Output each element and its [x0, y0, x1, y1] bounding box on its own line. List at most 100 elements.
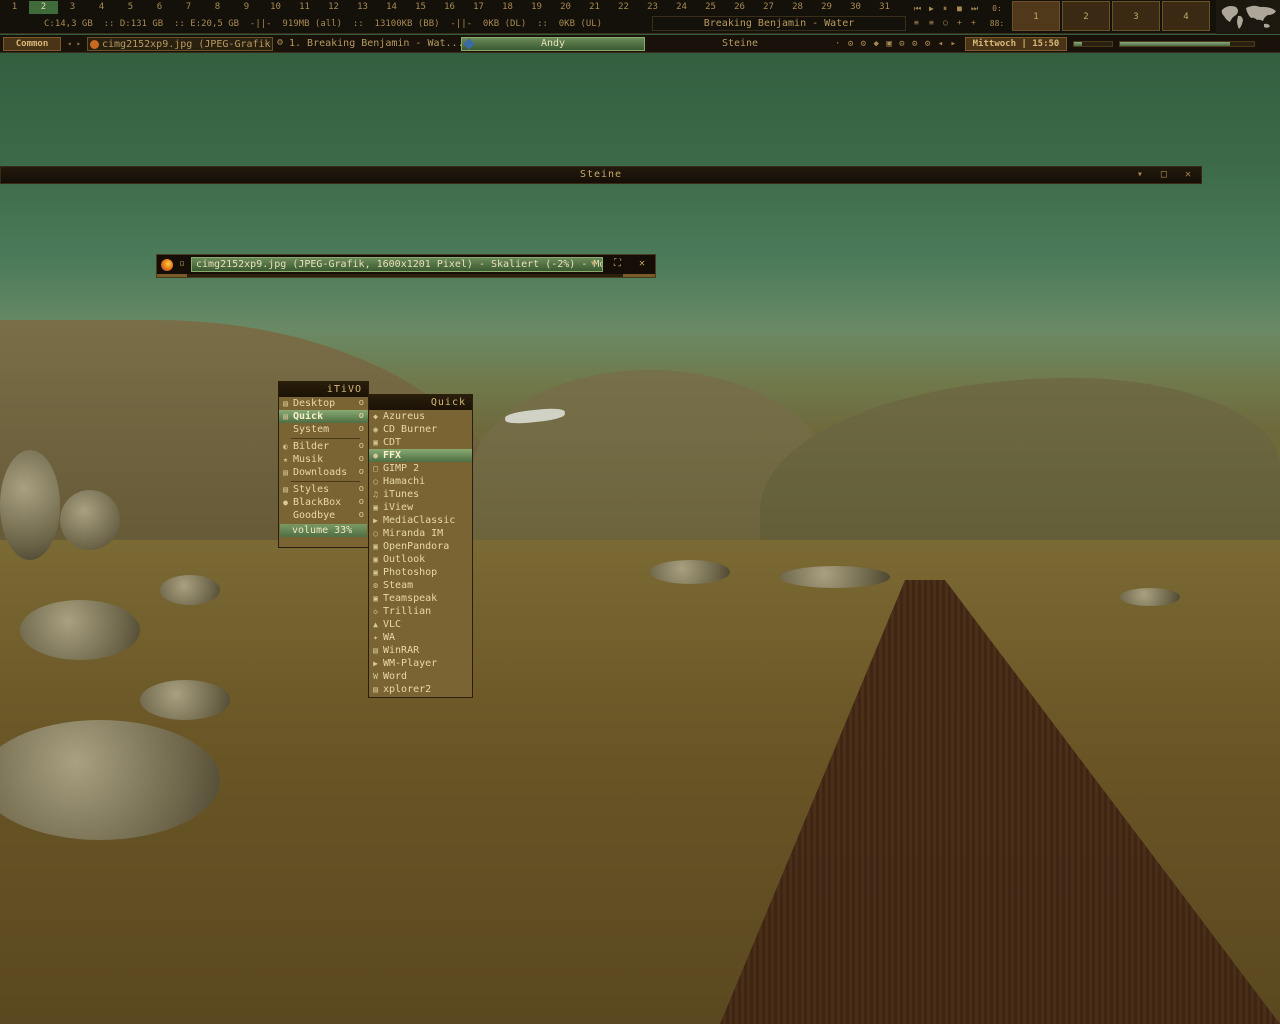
workspace-25[interactable]: 25	[696, 1, 725, 14]
workspace-17[interactable]: 17	[464, 1, 493, 14]
window-resize-grip[interactable]	[157, 274, 655, 277]
firefox-window-title[interactable]: cimg2152xp9.jpg (JPEG-Grafik, 1600x1201 …	[191, 257, 603, 272]
workspace-5[interactable]: 5	[116, 1, 145, 14]
menu-item-styles[interactable]: ▤ Styles o	[279, 483, 368, 496]
workspace-13[interactable]: 13	[348, 1, 377, 14]
task-winamp[interactable]: ⚙ 1. Breaking Benjamin - Wat...	[275, 37, 461, 51]
quick-item-mediaclassic[interactable]: ▶ MediaClassic	[369, 514, 472, 527]
quick-item-photoshop[interactable]: ▣ Photoshop	[369, 566, 472, 579]
menu-item-system[interactable]: System o	[279, 423, 368, 436]
quick-item-cd-burner[interactable]: ◉ CD Burner	[369, 423, 472, 436]
workspace-4[interactable]: 4	[87, 1, 116, 14]
workspace-16[interactable]: 16	[435, 1, 464, 14]
quick-item-outlook[interactable]: ▣ Outlook	[369, 553, 472, 566]
add-icon[interactable]: +	[971, 18, 976, 27]
workspace-18[interactable]: 18	[493, 1, 522, 14]
workspace-26[interactable]: 26	[725, 1, 754, 14]
workspace-9[interactable]: 9	[232, 1, 261, 14]
pager-desktop-2[interactable]: 2	[1062, 1, 1110, 31]
workspace-19[interactable]: 19	[522, 1, 551, 14]
rock	[140, 680, 230, 720]
pager-desktop-1[interactable]: 1	[1012, 1, 1060, 31]
workspace-14[interactable]: 14	[377, 1, 406, 14]
clock[interactable]: Mittwoch | 15:50	[965, 36, 1067, 51]
task-scroll-arrows[interactable]: ◂ ▸	[61, 39, 87, 48]
menu-item-desktop[interactable]: ▤ Desktop o	[279, 397, 368, 410]
window-buttons[interactable]: ▾ □ ✕	[1137, 167, 1197, 183]
equalizer-icon[interactable]: ≡	[929, 18, 934, 27]
workspace-2[interactable]: 2	[29, 1, 58, 14]
menu-item-quick[interactable]: ▤ Quick o	[279, 410, 368, 423]
workspace-11[interactable]: 11	[290, 1, 319, 14]
workspace-31[interactable]: 31	[870, 1, 899, 14]
quick-item-teamspeak[interactable]: ▣ Teamspeak	[369, 592, 472, 605]
window-title: Steine	[579, 169, 623, 180]
now-playing[interactable]: Breaking Benjamin - Water	[652, 16, 906, 31]
pager-desktop-4[interactable]: 4	[1162, 1, 1210, 31]
pause-icon[interactable]: ⏸	[943, 4, 947, 14]
shuffle-icon[interactable]: ○	[943, 18, 948, 27]
quick-item-gimp-2[interactable]: □ GIMP 2	[369, 462, 472, 475]
quick-item-openpandora[interactable]: ▣ OpenPandora	[369, 540, 472, 553]
menu-item-blackbox[interactable]: ● BlackBox o	[279, 496, 368, 509]
workspace-10[interactable]: 10	[261, 1, 290, 14]
play-icon[interactable]: ▶	[929, 4, 934, 13]
workspace-24[interactable]: 24	[667, 1, 696, 14]
quick-item-xplorer2[interactable]: ▤ xplorer2	[369, 683, 472, 696]
workspace-21[interactable]: 21	[580, 1, 609, 14]
menu-item-label: Musik	[293, 454, 324, 465]
menu-item-label: Desktop	[293, 398, 336, 409]
workspace-7[interactable]: 7	[174, 1, 203, 14]
quick-item-wa[interactable]: ✦ WA	[369, 631, 472, 644]
volume-slider[interactable]: volume 33%	[280, 524, 367, 537]
rock	[60, 490, 120, 550]
menu-item-downloads[interactable]: ▤ Downloads o	[279, 466, 368, 479]
workspace-27[interactable]: 27	[754, 1, 783, 14]
quick-item-iview[interactable]: ▣ iView	[369, 501, 472, 514]
volume-up-icon[interactable]: +	[957, 18, 962, 27]
steine-window-titlebar[interactable]: Steine ▾ □ ✕	[0, 166, 1202, 184]
user-label[interactable]: Andy	[461, 36, 645, 51]
workspace-30[interactable]: 30	[841, 1, 870, 14]
workspace-3[interactable]: 3	[58, 1, 87, 14]
quick-item-winrar[interactable]: ▤ WinRAR	[369, 644, 472, 657]
workspace-12[interactable]: 12	[319, 1, 348, 14]
workspace-29[interactable]: 29	[812, 1, 841, 14]
workspace-28[interactable]: 28	[783, 1, 812, 14]
next-icon[interactable]: ⏭	[971, 4, 978, 14]
workspace-6[interactable]: 6	[145, 1, 174, 14]
workspace-23[interactable]: 23	[638, 1, 667, 14]
workspace-8[interactable]: 8	[203, 1, 232, 14]
quick-item-steam[interactable]: ⚙ Steam	[369, 579, 472, 592]
stop-icon[interactable]: ■	[957, 4, 962, 13]
task-firefox[interactable]: cimg2152xp9.jpg (JPEG-Grafik	[87, 36, 273, 51]
workspace-15[interactable]: 15	[406, 1, 435, 14]
menu-item-goodbye[interactable]: Goodbye o	[279, 509, 368, 522]
quick-item-ffx[interactable]: ● FFX	[369, 449, 472, 462]
quick-item-itunes[interactable]: ♫ iTunes	[369, 488, 472, 501]
workspace-22[interactable]: 22	[609, 1, 638, 14]
menu-item-musik[interactable]: ★ Musik o	[279, 453, 368, 466]
firefox-window[interactable]: ▫ cimg2152xp9.jpg (JPEG-Grafik, 1600x120…	[156, 254, 656, 278]
azureus-icon: ◆	[373, 412, 378, 421]
quick-item-vlc[interactable]: ▲ VLC	[369, 618, 472, 631]
quick-item-word[interactable]: W Word	[369, 670, 472, 683]
workspace-20[interactable]: 20	[551, 1, 580, 14]
workspace-1[interactable]: 1	[0, 1, 29, 14]
minimize-icon[interactable]: ▫	[179, 258, 185, 269]
quick-item-miranda-im[interactable]: ○ Miranda IM	[369, 527, 472, 540]
playlist-icon[interactable]: ≡	[914, 18, 919, 27]
menu-item-bilder[interactable]: ◐ Bilder o	[279, 440, 368, 453]
quick-item-cdt[interactable]: ▣ CDT	[369, 436, 472, 449]
quick-item-hamachi[interactable]: ○ Hamachi	[369, 475, 472, 488]
previous-icon[interactable]: ⏮	[914, 4, 921, 14]
firefox-window-buttons[interactable]: ▾ ⛶ ✕	[590, 258, 651, 269]
system-tray[interactable]: · ⚙ ⚙ ◆ ▣ ⚙ ⚙ ⚙ ◂ ▸	[835, 39, 965, 49]
common-menu-button[interactable]: Common	[3, 36, 61, 51]
quick-item-wm-player[interactable]: ▶ WM-Player	[369, 657, 472, 670]
quick-item-azureus[interactable]: ◆ Azureus	[369, 410, 472, 423]
outlook-icon: ▣	[373, 555, 378, 564]
quick-item-trillian[interactable]: ◇ Trillian	[369, 605, 472, 618]
pager-desktop-3[interactable]: 3	[1112, 1, 1160, 31]
rock	[0, 450, 60, 560]
